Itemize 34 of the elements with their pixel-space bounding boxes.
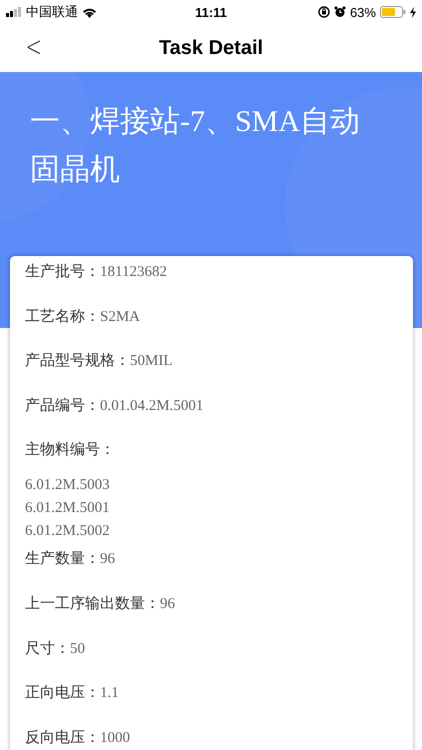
clock-time: 11:11 [195,4,227,20]
material-number: 6.01.2M.5003 [25,476,111,496]
battery-percentage: 63% [350,4,376,20]
field-value: 181123682 [100,263,167,282]
field-label: 主物料编号： [25,440,115,460]
field-label: 产品型号规格： [25,351,130,372]
field-label: 生产批号： [25,262,100,282]
page-title: Task Detail [158,36,264,60]
material-number: 6.01.2M.5002 [25,522,111,542]
field-value: 1000 [100,728,130,748]
field-label: 工艺名称： [25,306,100,327]
field-value: 1.1 [100,684,119,704]
wifi-icon [82,6,97,18]
field-label: 产品编号： [25,396,100,416]
rotation-lock-icon [318,6,330,18]
back-button[interactable]: < [22,30,45,63]
field-value: 50MIL [130,352,172,372]
field-value: 0.01.04.2M.5001 [100,396,204,416]
field-value: 50 [70,640,85,659]
field-value: 96 [100,550,115,570]
carrier-name: 中国联通 [26,3,78,21]
field-value: S2MA [100,308,140,327]
alarm-icon [334,6,346,18]
field-label: 反向电压： [25,728,100,748]
charging-bolt-icon [410,6,416,18]
field-label: 上一工序输出数量： [25,594,160,614]
task-title: 一、焊接站-7、SMA自动固晶机 [30,104,362,188]
material-number: 6.01.2M.5001 [25,499,111,518]
field-label: 尺寸： [25,638,70,659]
signal-icon [6,7,22,17]
field-label: 正向电压： [25,683,100,704]
field-value: 96 [160,594,175,614]
battery-icon [380,6,406,18]
field-label: 生产数量： [25,549,100,570]
